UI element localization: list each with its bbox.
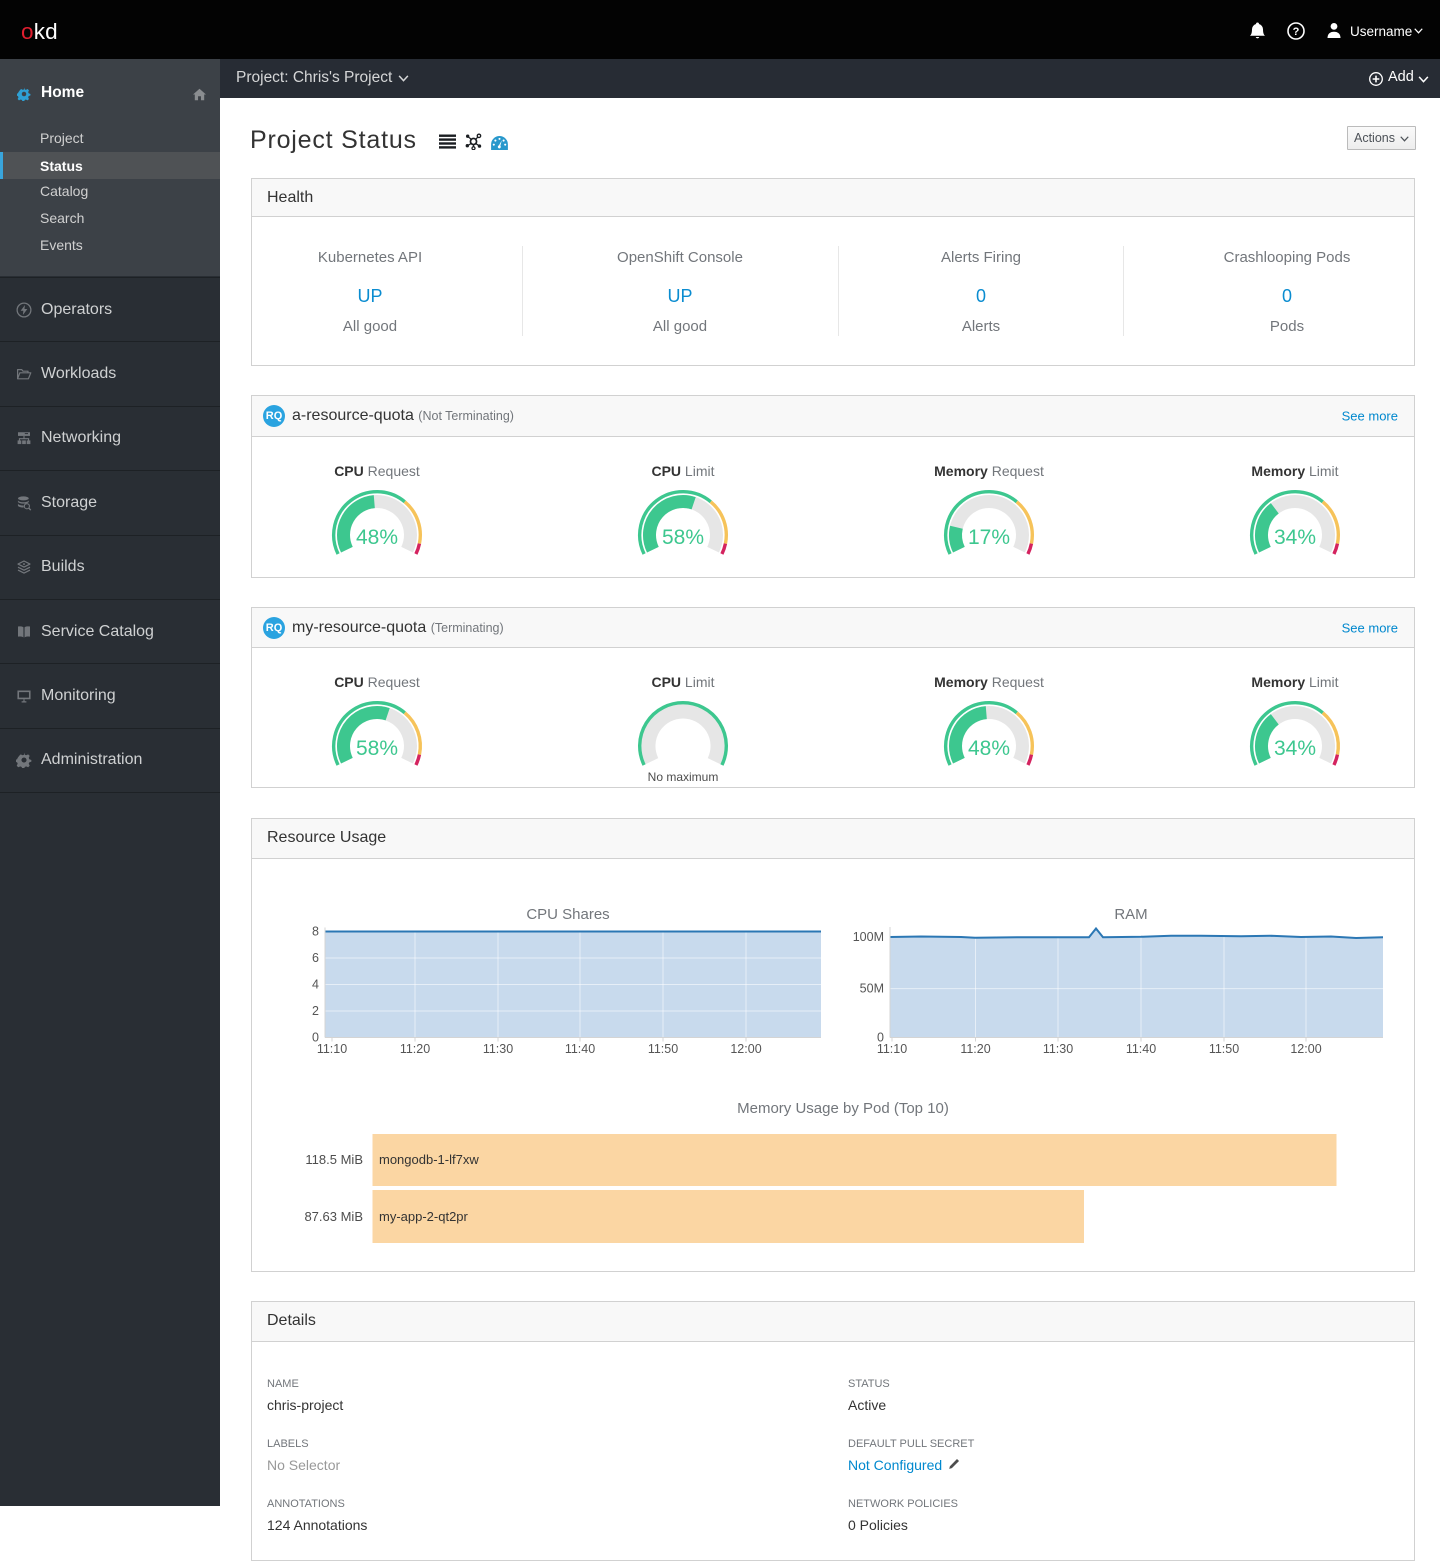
svg-text:4: 4 xyxy=(312,978,319,992)
svg-text:11:50: 11:50 xyxy=(1209,1042,1239,1056)
svg-text:my-app-2-qt2pr: my-app-2-qt2pr xyxy=(379,1209,469,1224)
svg-text:17%: 17% xyxy=(968,526,1010,549)
svg-text:11:30: 11:30 xyxy=(1043,1042,1073,1056)
svg-text:100M: 100M xyxy=(853,930,884,944)
svg-text:CPU Shares: CPU Shares xyxy=(526,906,609,923)
svg-text:87.63 MiB: 87.63 MiB xyxy=(304,1209,363,1224)
svg-text:58%: 58% xyxy=(356,737,398,760)
svg-text:11:30: 11:30 xyxy=(483,1042,513,1056)
svg-text:48%: 48% xyxy=(356,526,398,549)
svg-text:Memory Usage by Pod (Top 10): Memory Usage by Pod (Top 10) xyxy=(737,1100,949,1117)
svg-text:11:20: 11:20 xyxy=(400,1042,430,1056)
svg-text:11:10: 11:10 xyxy=(877,1042,907,1056)
svg-text:?: ? xyxy=(1293,26,1300,38)
svg-text:118.5 MiB: 118.5 MiB xyxy=(305,1152,363,1167)
svg-text:50M: 50M xyxy=(860,982,884,996)
svg-text:11:20: 11:20 xyxy=(960,1042,990,1056)
svg-text:12:00: 12:00 xyxy=(730,1042,761,1056)
svg-text:2: 2 xyxy=(312,1004,319,1018)
svg-text:6: 6 xyxy=(312,951,319,965)
svg-text:34%: 34% xyxy=(1274,737,1316,760)
svg-text:11:10: 11:10 xyxy=(317,1042,347,1056)
svg-text:58%: 58% xyxy=(662,526,704,549)
svg-text:34%: 34% xyxy=(1274,526,1316,549)
svg-text:11:40: 11:40 xyxy=(565,1042,595,1056)
svg-text:12:00: 12:00 xyxy=(1290,1042,1321,1056)
svg-text:11:50: 11:50 xyxy=(648,1042,678,1056)
svg-text:mongodb-1-lf7xw: mongodb-1-lf7xw xyxy=(379,1152,479,1167)
svg-text:48%: 48% xyxy=(968,737,1010,760)
svg-text:11:40: 11:40 xyxy=(1126,1042,1156,1056)
svg-text:RAM: RAM xyxy=(1114,906,1147,923)
svg-text:8: 8 xyxy=(312,925,319,939)
